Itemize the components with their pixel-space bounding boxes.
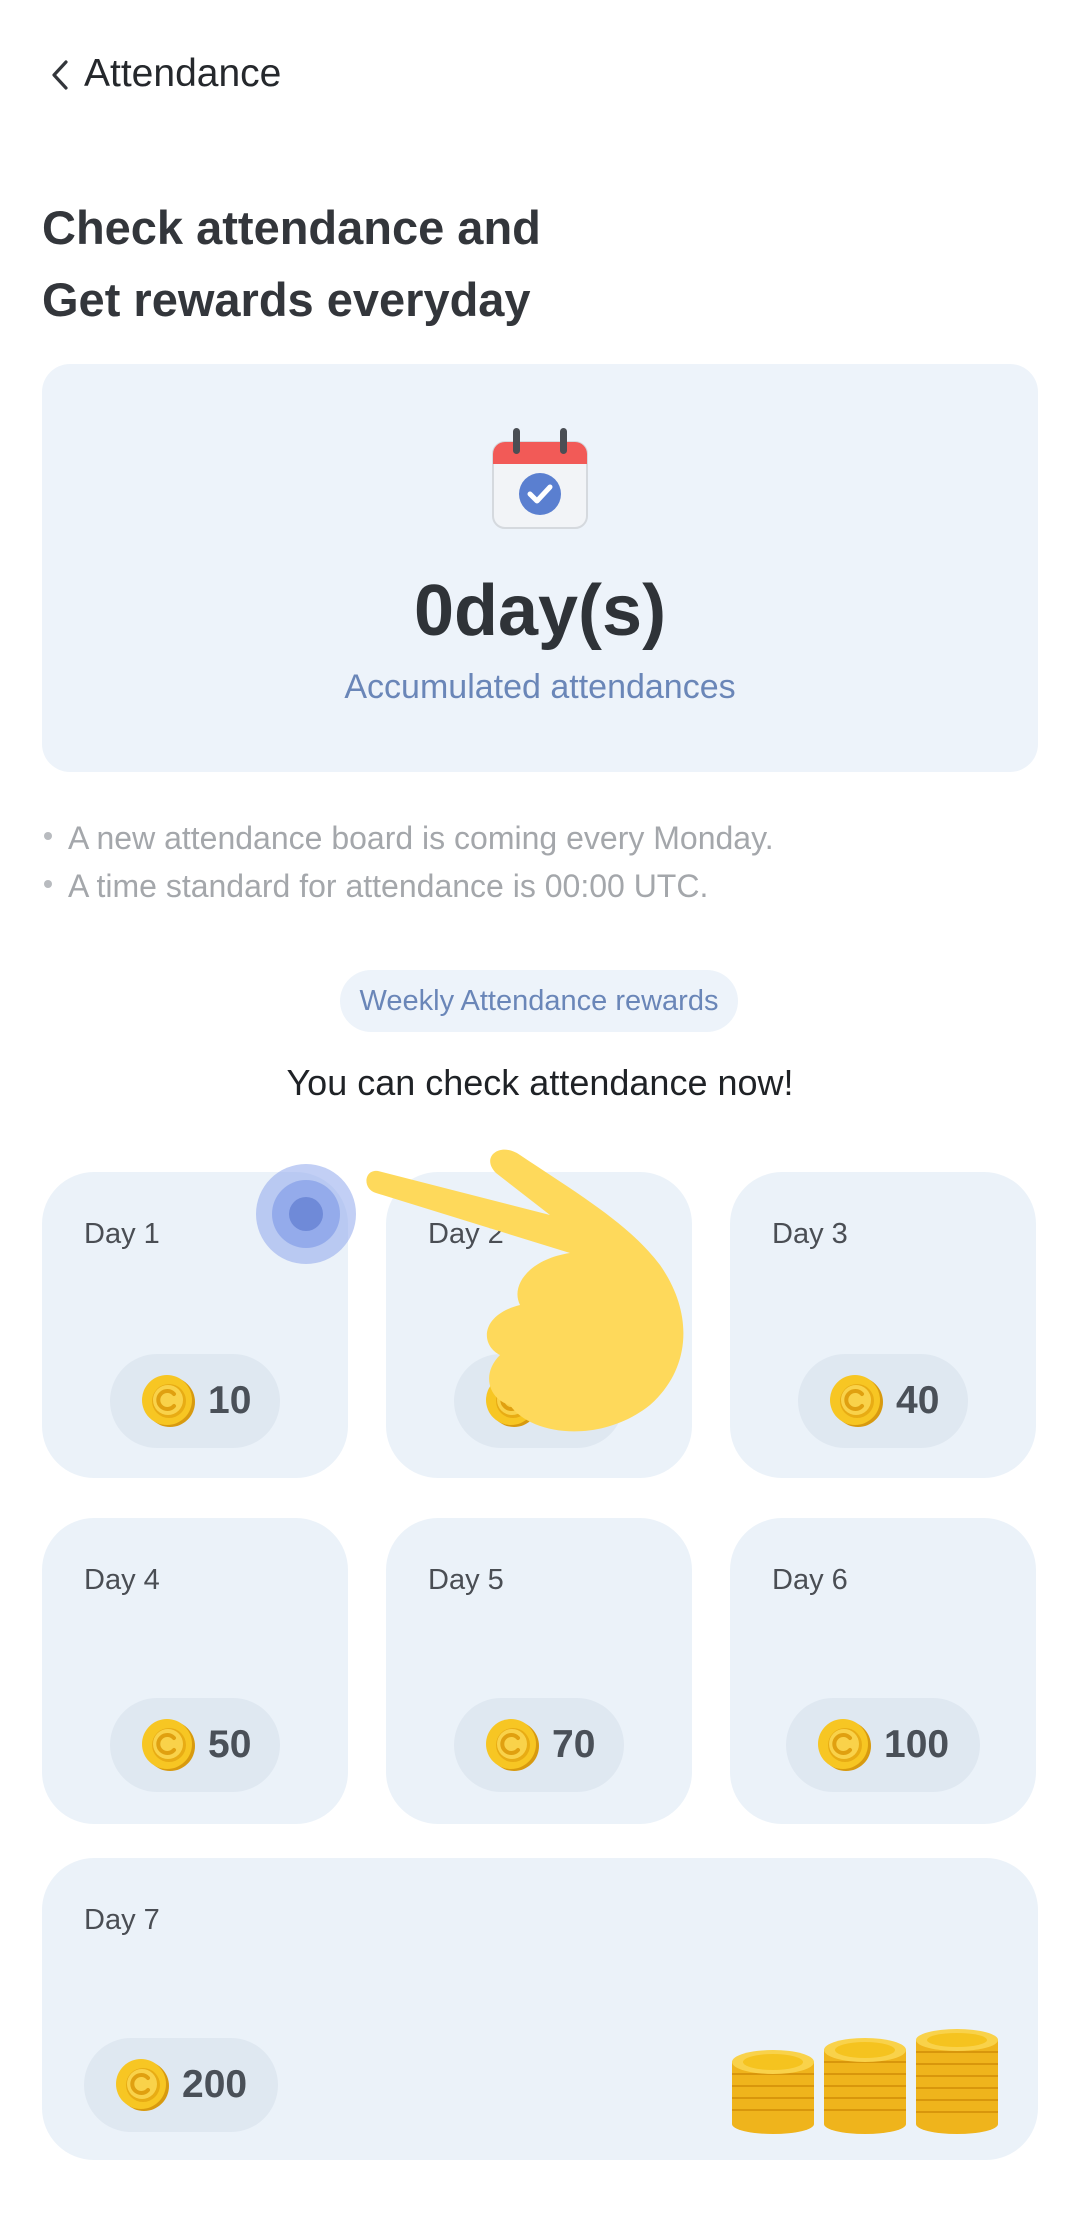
note-item: A time standard for attendance is 00:00 …: [42, 862, 774, 910]
page-title: Attendance: [84, 52, 282, 95]
day-label: Day 7: [84, 1904, 160, 1936]
reward-pill: 50: [110, 1698, 280, 1792]
day-card-5[interactable]: Day 5 70: [386, 1518, 692, 1824]
day-label: Day 4: [84, 1564, 160, 1596]
day-label: Day 6: [772, 1564, 848, 1596]
coin-icon: [140, 1373, 196, 1429]
attendance-notes: A new attendance board is coming every M…: [42, 814, 774, 910]
reward-pill: 10: [110, 1354, 280, 1448]
back-button[interactable]: [40, 50, 80, 100]
day-label: Day 3: [772, 1218, 848, 1250]
reward-pill: 100: [786, 1698, 980, 1792]
reward-amount: 100: [884, 1723, 950, 1766]
day-label: Day 5: [428, 1564, 504, 1596]
day-card-7[interactable]: Day 7 200: [42, 1858, 1038, 2160]
coin-icon: [828, 1373, 884, 1429]
app-header: Attendance: [0, 0, 1080, 150]
pointing-hand-icon: [366, 1149, 684, 1432]
reward-pill: 40: [798, 1354, 968, 1448]
reward-amount: 40: [896, 1379, 940, 1422]
weekly-rewards-pill: Weekly Attendance rewards: [340, 970, 738, 1032]
reward-amount: 50: [208, 1723, 252, 1766]
reward-amount: 70: [552, 1723, 596, 1766]
calendar-check-icon: [492, 428, 588, 529]
note-item: A new attendance board is coming every M…: [42, 814, 774, 862]
tap-indicator-icon: [256, 1164, 356, 1264]
coin-icon: [140, 1717, 196, 1773]
check-attendance-message: You can check attendance now!: [286, 1062, 794, 1103]
coin-icon: [484, 1717, 540, 1773]
accumulated-days-count: 0day(s): [413, 571, 667, 651]
bullet-icon: [44, 832, 52, 840]
reward-pill: 200: [84, 2038, 278, 2132]
coin-icon: [114, 2057, 170, 2113]
day-card-3[interactable]: Day 3 40: [730, 1172, 1036, 1478]
headline: Check attendance and Get rewards everyda…: [42, 192, 541, 336]
headline-line-1: Check attendance and: [42, 201, 541, 254]
reward-amount: 10: [208, 1379, 252, 1422]
reward-pill: 70: [454, 1698, 624, 1792]
day-label: Day 1: [84, 1218, 160, 1250]
accumulated-days-label: Accumulated attendances: [344, 668, 736, 706]
day-card-4[interactable]: Day 4 50: [42, 1518, 348, 1824]
chevron-left-icon: [52, 60, 68, 90]
day-card-6[interactable]: Day 6 100: [730, 1518, 1036, 1824]
bullet-icon: [44, 880, 52, 888]
coin-stacks-icon: [732, 2029, 998, 2134]
coin-icon: [816, 1717, 872, 1773]
headline-line-2: Get rewards everyday: [42, 273, 531, 326]
attendance-summary-card: 0day(s) Accumulated attendances: [42, 364, 1038, 772]
reward-amount: 200: [182, 2063, 248, 2106]
